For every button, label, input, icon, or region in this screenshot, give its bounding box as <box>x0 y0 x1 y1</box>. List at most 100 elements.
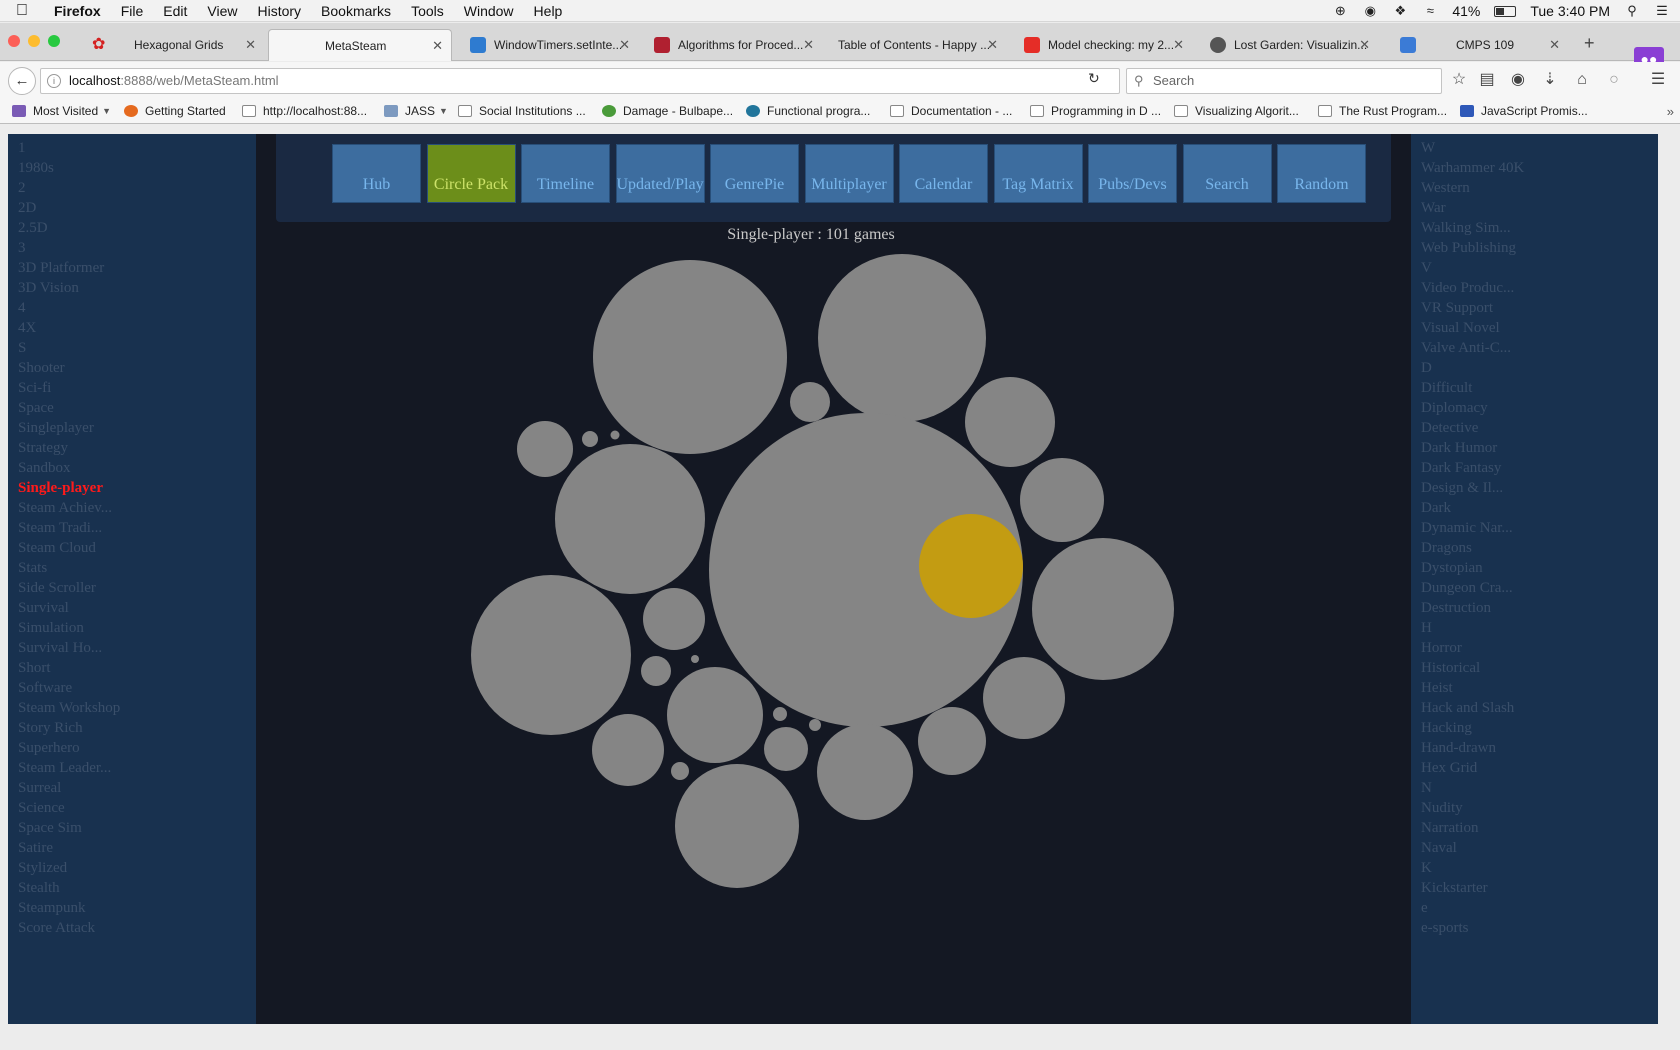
pocket-icon[interactable]: ◉ <box>1508 71 1528 89</box>
tag-shooter[interactable]: Shooter <box>18 358 256 378</box>
tag-single-player[interactable]: Single-player <box>18 478 256 498</box>
new-tab-button[interactable]: + <box>1584 33 1595 54</box>
tag-dynamic-nar[interactable]: Dynamic Nar... <box>1421 518 1658 538</box>
apple-icon[interactable]:  <box>0 2 44 20</box>
tag-valve-anti-c[interactable]: Valve Anti-C... <box>1421 338 1658 358</box>
tag-narration[interactable]: Narration <box>1421 818 1658 838</box>
menu-window[interactable]: Window <box>454 3 524 19</box>
tag-dark-humor[interactable]: Dark Humor <box>1421 438 1658 458</box>
tag-1[interactable]: 1 <box>18 138 256 158</box>
tag-software[interactable]: Software <box>18 678 256 698</box>
menu-edit[interactable]: Edit <box>153 3 197 19</box>
bookmark-visualizing-algorithms[interactable]: Visualizing Algorit... <box>1174 104 1299 118</box>
minimize-window-button[interactable] <box>28 35 40 47</box>
tag-n[interactable]: N <box>1421 778 1658 798</box>
bookmark-most-visited[interactable]: Most Visited ▼ <box>12 104 111 118</box>
wifi-icon[interactable]: ≈ <box>1422 4 1438 18</box>
game-circle[interactable] <box>764 727 808 771</box>
tag-strategy[interactable]: Strategy <box>18 438 256 458</box>
home-icon[interactable]: ⌂ <box>1572 71 1592 89</box>
tag-v[interactable]: V <box>1421 258 1658 278</box>
tag-3d-platformer[interactable]: 3D Platformer <box>18 258 256 278</box>
tab-table-of-contents[interactable]: Table of Contents - Happy ... ✕ <box>826 29 1006 61</box>
tag-hand-drawn[interactable]: Hand-drawn <box>1421 738 1658 758</box>
bookmark-javascript-promises[interactable]: JavaScript Promis... <box>1460 104 1588 118</box>
tag-historical[interactable]: Historical <box>1421 658 1658 678</box>
tag-naval[interactable]: Naval <box>1421 838 1658 858</box>
bookmark-star-icon[interactable]: ☆ <box>1449 71 1469 89</box>
tag-steam-leader[interactable]: Steam Leader... <box>18 758 256 778</box>
game-circle[interactable] <box>643 588 705 650</box>
menu-file[interactable]: File <box>111 3 154 19</box>
tag-dystopian[interactable]: Dystopian <box>1421 558 1658 578</box>
tag-hacking[interactable]: Hacking <box>1421 718 1658 738</box>
tab-hexagonal-grids[interactable]: Hexagonal Grids ✕ <box>122 29 264 61</box>
tab-windowtimers[interactable]: WindowTimers.setInte... ✕ <box>458 29 638 61</box>
game-circle[interactable] <box>983 657 1065 739</box>
close-window-button[interactable] <box>8 35 20 47</box>
sync-icon[interactable]: ◉ <box>1362 4 1378 18</box>
tag-4[interactable]: 4 <box>18 298 256 318</box>
tag-w[interactable]: W <box>1421 138 1658 158</box>
bookmarks-overflow-icon[interactable]: » <box>1667 104 1674 119</box>
tag-k[interactable]: K <box>1421 858 1658 878</box>
tag-kickstarter[interactable]: Kickstarter <box>1421 878 1658 898</box>
chat-icon[interactable]: ○ <box>1604 71 1624 89</box>
menu-history[interactable]: History <box>247 3 311 19</box>
tag-1980s[interactable]: 1980s <box>18 158 256 178</box>
tab-lost-garden[interactable]: Lost Garden: Visualizin... ✕ <box>1198 29 1378 61</box>
game-circle[interactable] <box>818 254 986 422</box>
menu-firefox[interactable]: Firefox <box>44 3 111 19</box>
tag-stealth[interactable]: Stealth <box>18 878 256 898</box>
tag-vr-support[interactable]: VR Support <box>1421 298 1658 318</box>
tag-web-publishing[interactable]: Web Publishing <box>1421 238 1658 258</box>
tag-nudity[interactable]: Nudity <box>1421 798 1658 818</box>
tag-singleplayer[interactable]: Singleplayer <box>18 418 256 438</box>
crosshair-icon[interactable]: ⊕ <box>1332 4 1348 18</box>
tag-destruction[interactable]: Destruction <box>1421 598 1658 618</box>
tag-video-produc[interactable]: Video Produc... <box>1421 278 1658 298</box>
dropbox-icon[interactable]: ❖ <box>1392 4 1408 18</box>
tag-dragons[interactable]: Dragons <box>1421 538 1658 558</box>
tag-warhammer-40k[interactable]: Warhammer 40K <box>1421 158 1658 178</box>
tag-walking-sim[interactable]: Walking Sim... <box>1421 218 1658 238</box>
tag-steam-achiev[interactable]: Steam Achiev... <box>18 498 256 518</box>
game-circle[interactable] <box>582 431 598 447</box>
tag-design-il[interactable]: Design & Il... <box>1421 478 1658 498</box>
tag-sci-fi[interactable]: Sci-fi <box>18 378 256 398</box>
tag-heist[interactable]: Heist <box>1421 678 1658 698</box>
bookmark-functional-programming[interactable]: Functional progra... <box>746 104 870 118</box>
game-circle[interactable] <box>610 430 620 440</box>
menu-help[interactable]: Help <box>524 3 573 19</box>
tag-2-5d[interactable]: 2.5D <box>18 218 256 238</box>
game-circle[interactable] <box>667 667 763 763</box>
game-circle[interactable] <box>593 260 787 454</box>
game-circle[interactable] <box>691 655 699 663</box>
tag-space-sim[interactable]: Space Sim <box>18 818 256 838</box>
game-circle[interactable] <box>965 377 1055 467</box>
bookmark-rust-programming[interactable]: The Rust Program... <box>1318 104 1447 118</box>
back-button[interactable]: ← <box>8 67 36 95</box>
bookmark-getting-started[interactable]: Getting Started <box>124 104 226 118</box>
bookmark-damage-bulbapedia[interactable]: Damage - Bulbape... <box>602 104 733 118</box>
notification-center-icon[interactable]: ☰ <box>1654 4 1670 18</box>
tab-metasteam[interactable]: MetaSteam ✕ <box>268 29 452 61</box>
bookmark-social-institutions[interactable]: Social Institutions ... <box>458 104 586 118</box>
tag-western[interactable]: Western <box>1421 178 1658 198</box>
game-circle[interactable] <box>790 382 830 422</box>
close-tab-icon[interactable]: ✕ <box>619 37 630 53</box>
tag-side-scroller[interactable]: Side Scroller <box>18 578 256 598</box>
tag-stylized[interactable]: Stylized <box>18 858 256 878</box>
menu-tools[interactable]: Tools <box>401 3 454 19</box>
bookmark-localhost[interactable]: http://localhost:88... <box>242 104 367 118</box>
tag-2[interactable]: 2 <box>18 178 256 198</box>
spotlight-search-icon[interactable]: ⚲ <box>1624 4 1640 18</box>
search-input[interactable]: ⚲ Search <box>1126 68 1442 94</box>
close-tab-icon[interactable]: ✕ <box>432 38 443 54</box>
game-circle[interactable] <box>671 762 689 780</box>
tag-science[interactable]: Science <box>18 798 256 818</box>
game-circle[interactable] <box>817 724 913 820</box>
tag-hack-and-slash[interactable]: Hack and Slash <box>1421 698 1658 718</box>
site-info-icon[interactable]: i <box>47 74 61 88</box>
tab-algorithms[interactable]: Algorithms for Proced... ✕ <box>642 29 822 61</box>
